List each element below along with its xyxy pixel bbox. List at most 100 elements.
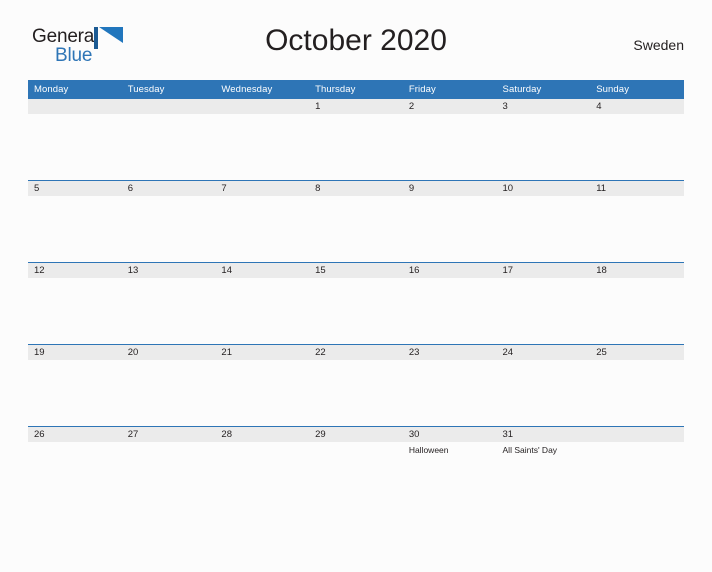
calendar-day-cell[interactable]: 29 <box>309 426 403 508</box>
day-events <box>122 360 216 363</box>
day-cell-inner <box>215 99 310 180</box>
calendar-day-cell[interactable]: 23 <box>402 344 497 427</box>
calendar-day-cell[interactable] <box>28 99 122 181</box>
day-events <box>590 114 684 117</box>
day-number-band: 2 <box>402 99 497 114</box>
calendar-day-cell[interactable]: 31 All Saints' Day <box>496 426 591 508</box>
calendar-day-cell[interactable]: 28 <box>215 426 310 508</box>
day-events <box>309 278 403 281</box>
calendar-header-row: Monday Tuesday Wednesday Thursday Friday… <box>28 80 684 99</box>
day-number-band: 26 <box>28 427 122 442</box>
day-events <box>122 442 216 445</box>
calendar-day-cell[interactable]: 18 <box>590 262 684 345</box>
day-cell-inner <box>590 427 684 508</box>
calendar-day-cell[interactable]: 8 <box>309 180 403 263</box>
calendar-day-cell[interactable]: 24 <box>496 344 591 427</box>
day-events <box>403 278 497 281</box>
calendar-day-cell[interactable]: 19 <box>28 344 122 427</box>
day-cell-inner: 16 <box>402 263 497 344</box>
day-number-band: 18 <box>590 263 684 278</box>
day-number-band: 25 <box>590 345 684 360</box>
day-number-band <box>215 99 310 114</box>
calendar-day-cell[interactable]: 2 <box>402 99 497 181</box>
day-cell-inner: 6 <box>121 181 216 262</box>
calendar-day-cell[interactable]: 3 <box>496 99 591 181</box>
day-cell-inner: 17 <box>496 263 591 344</box>
day-cell-inner: 22 <box>309 345 403 426</box>
day-number-band: 24 <box>496 345 591 360</box>
day-number: 3 <box>502 101 508 112</box>
calendar-day-cell[interactable]: 11 <box>590 180 684 263</box>
day-events <box>28 442 122 445</box>
day-number-band: 12 <box>28 263 122 278</box>
calendar-day-cell[interactable]: 20 <box>121 344 216 427</box>
day-number-band: 21 <box>215 345 310 360</box>
calendar-day-cell[interactable]: 22 <box>309 344 403 427</box>
day-cell-inner: 19 <box>28 345 122 426</box>
weekday-header-saturday: Saturday <box>496 80 591 99</box>
calendar-day-cell[interactable]: 30 Halloween <box>402 426 497 508</box>
day-number: 16 <box>408 265 420 276</box>
calendar-day-cell[interactable]: 13 <box>121 262 216 345</box>
day-cell-inner: 27 <box>121 427 216 508</box>
day-cell-inner <box>28 99 122 180</box>
day-cell-inner: 20 <box>121 345 216 426</box>
day-cell-inner: 11 <box>590 181 684 262</box>
day-events <box>497 196 591 199</box>
day-events <box>215 278 309 281</box>
day-number-band: 30 <box>402 427 497 442</box>
day-events <box>403 360 497 363</box>
day-events: Halloween <box>403 442 497 456</box>
day-number: 1 <box>315 101 321 112</box>
day-number: 14 <box>221 265 232 276</box>
day-cell-inner: 5 <box>28 181 122 262</box>
day-events <box>28 114 122 117</box>
day-cell-inner: 31 All Saints' Day <box>496 427 591 508</box>
day-number: 2 <box>408 101 415 112</box>
calendar-day-cell[interactable]: 16 <box>402 262 497 345</box>
page-title: October 2020 <box>265 24 447 57</box>
day-number: 30 <box>408 429 420 440</box>
calendar-day-cell[interactable]: 9 <box>402 180 497 263</box>
calendar-day-cell[interactable]: 1 <box>309 99 403 181</box>
calendar-day-cell[interactable]: 21 <box>215 344 310 427</box>
day-number-band: 7 <box>215 181 310 196</box>
calendar-day-cell[interactable]: 25 <box>590 344 684 427</box>
day-number: 25 <box>596 347 607 358</box>
day-events <box>590 360 684 363</box>
day-number-band: 8 <box>309 181 403 196</box>
calendar-day-cell[interactable]: 5 <box>28 180 122 263</box>
calendar-day-cell[interactable]: 4 <box>590 99 684 181</box>
day-number: 24 <box>502 347 514 358</box>
calendar-day-cell[interactable]: 17 <box>496 262 591 345</box>
day-number-band: 13 <box>121 263 216 278</box>
calendar-day-cell[interactable]: 10 <box>496 180 591 263</box>
day-events <box>309 360 403 363</box>
calendar-day-cell[interactable]: 26 <box>28 426 122 508</box>
day-cell-inner: 23 <box>402 345 497 426</box>
calendar-day-cell[interactable] <box>121 99 216 181</box>
day-cell-inner: 1 <box>309 99 403 180</box>
day-cell-inner: 13 <box>121 263 216 344</box>
weekday-header-thursday: Thursday <box>309 80 403 99</box>
calendar-day-cell[interactable] <box>215 99 310 181</box>
calendar-day-cell[interactable]: 14 <box>215 262 310 345</box>
day-number: 20 <box>127 347 139 358</box>
day-number-band: 11 <box>590 181 684 196</box>
calendar-day-cell[interactable]: 6 <box>121 180 216 263</box>
calendar-day-cell[interactable]: 12 <box>28 262 122 345</box>
day-number-band: 29 <box>309 427 403 442</box>
day-cell-inner: 2 <box>402 99 497 180</box>
day-number: 12 <box>34 265 45 276</box>
day-cell-inner: 18 <box>590 263 684 344</box>
day-number: 5 <box>34 183 40 194</box>
holiday-label: Halloween <box>408 445 449 455</box>
day-number-band: 22 <box>309 345 403 360</box>
day-number: 28 <box>221 429 232 440</box>
day-events <box>403 114 497 117</box>
calendar-day-cell[interactable]: 15 <box>309 262 403 345</box>
calendar-day-cell[interactable] <box>590 426 684 508</box>
day-number: 15 <box>315 265 326 276</box>
calendar-day-cell[interactable]: 7 <box>215 180 310 263</box>
calendar-day-cell[interactable]: 27 <box>121 426 216 508</box>
